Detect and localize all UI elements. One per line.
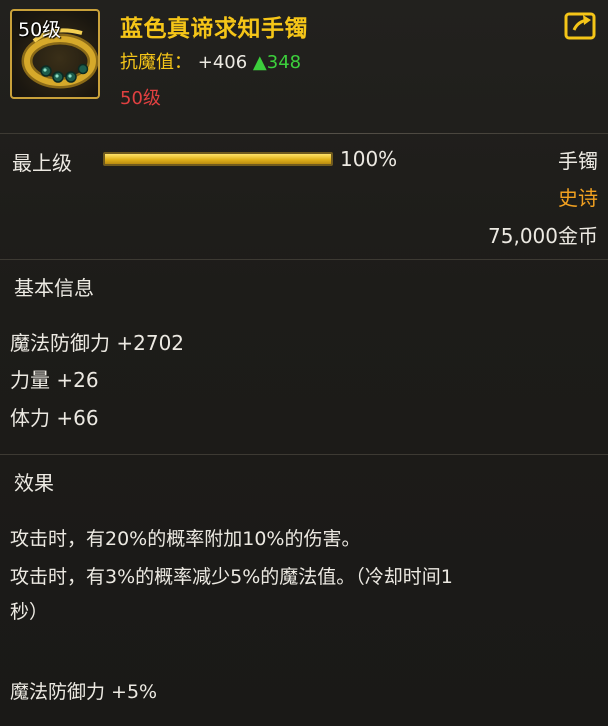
upgrade-grade-label: 最上级: [12, 151, 72, 175]
magic-resist-value: +406: [197, 52, 248, 73]
section-divider-2: [0, 454, 608, 455]
item-rarity: 史诗: [558, 186, 598, 210]
item-icon-frame: 50级: [10, 9, 100, 99]
item-price: 75,000金币: [488, 224, 598, 248]
stat-strength: 力量 +26: [10, 368, 99, 392]
item-name: 蓝色真谛求知手镯: [120, 16, 308, 42]
basic-info-title: 基本信息: [14, 276, 94, 300]
effect-line-3: 秒）: [10, 601, 49, 623]
share-external-icon[interactable]: [564, 10, 598, 40]
upgrade-progress-bar: [103, 152, 333, 166]
required-level: 50级: [120, 88, 161, 109]
item-type: 手镯: [558, 149, 598, 173]
effects-title: 效果: [14, 471, 54, 495]
header-divider: [0, 133, 608, 134]
item-level-badge: 50级: [18, 19, 62, 41]
magic-resist-label: 抗魔值：: [120, 52, 192, 73]
magic-resist-row: 抗魔值： +406 ▲348: [120, 48, 301, 74]
section-divider-1: [0, 259, 608, 260]
stat-stamina: 体力 +66: [10, 406, 99, 430]
effect-line-4: 魔法防御力 +5%: [10, 681, 158, 703]
stat-magic-defense: 魔法防御力 +2702: [10, 331, 185, 355]
effect-line-2: 攻击时，有3%的概率减少5%的魔法值。（冷却时间1: [10, 566, 453, 588]
upgrade-progress-percent: 100%: [340, 147, 398, 171]
magic-resist-delta: ▲348: [252, 52, 302, 73]
upgrade-progress-fill: [105, 154, 331, 164]
effect-line-1: 攻击时，有20%的概率附加10%的伤害。: [10, 528, 361, 550]
item-tooltip-panel: 50级 蓝色真谛求知手镯 抗魔值： +406 ▲348 50级 最上级 100%…: [0, 0, 608, 726]
